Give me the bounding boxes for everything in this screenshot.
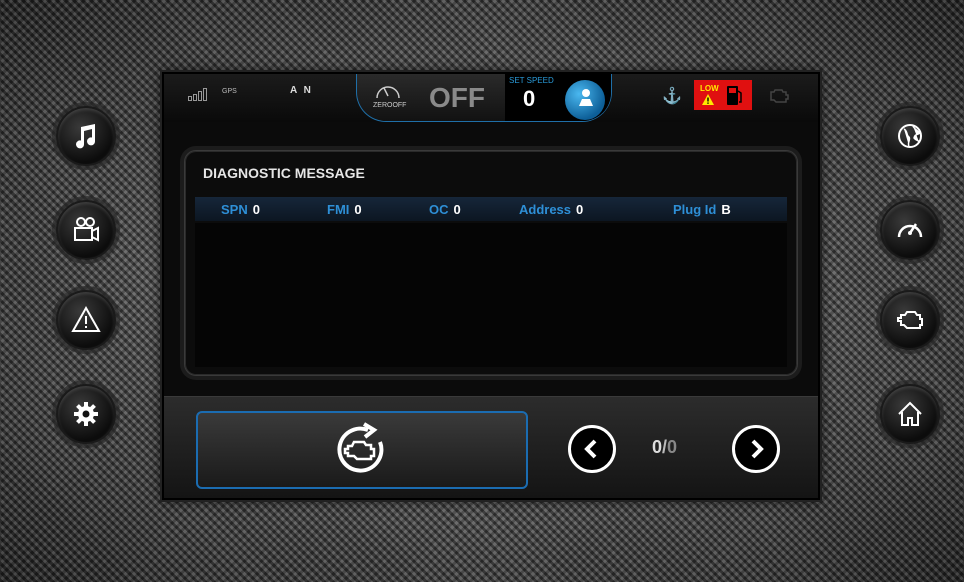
- home-icon: [898, 401, 922, 426]
- home-button[interactable]: [880, 384, 940, 444]
- status-bar: GPS A N ZEROOFF OFF SET SPEED 0 ⚓ LOW: [164, 74, 818, 122]
- speed-adjust-button[interactable]: [565, 80, 605, 120]
- engine-refresh-icon: [337, 422, 384, 473]
- low-fuel-warning: LOW: [694, 80, 752, 110]
- oc-field: OC 0: [429, 202, 461, 217]
- fuel-pump-icon: [727, 86, 742, 105]
- spn-field: SPN 0: [221, 202, 260, 217]
- settings-gear-icon: [74, 402, 98, 426]
- next-button[interactable]: [732, 425, 780, 473]
- speed-control-tab: ZEROOFF OFF SET SPEED 0: [356, 74, 612, 122]
- speedometer-icon: [897, 223, 923, 238]
- engine-refresh-button[interactable]: [196, 411, 528, 489]
- chevron-left-icon: [584, 439, 597, 459]
- settings-button[interactable]: [56, 384, 116, 444]
- zero-off-state[interactable]: OFF: [429, 82, 485, 114]
- diagnostic-header-row: SPN 0 FMI 0 OC 0 Address 0 Plug Id B: [195, 197, 787, 221]
- engine-status-icon: [770, 89, 789, 103]
- globe-button[interactable]: [880, 106, 940, 166]
- plug-id-field: Plug Id B: [673, 202, 731, 217]
- diagnostic-message-body: [195, 223, 787, 367]
- display-screen: GPS A N ZEROOFF OFF SET SPEED 0 ⚓ LOW DI…: [162, 72, 820, 500]
- set-speed-label: SET SPEED: [509, 76, 554, 85]
- diagnostic-panel: DIAGNOSTIC MESSAGE SPN 0 FMI 0 OC 0 Address…: [184, 150, 798, 376]
- camera-button[interactable]: [56, 200, 116, 260]
- globe-icon: [898, 124, 922, 148]
- bottom-control-bar: 0/0: [164, 396, 818, 498]
- warning-button[interactable]: [56, 290, 116, 350]
- gear-indicator: A N: [290, 85, 313, 96]
- low-fuel-label: LOW: [700, 84, 719, 93]
- video-camera-icon: [74, 217, 99, 242]
- speedometer-button[interactable]: [880, 200, 940, 260]
- pager: 0/0: [568, 417, 788, 481]
- engine-icon: [897, 311, 923, 329]
- person-icon: [579, 89, 593, 106]
- warning-triangle-icon: [702, 94, 714, 105]
- gps-label: GPS: [222, 88, 237, 95]
- previous-button[interactable]: [568, 425, 616, 473]
- fmi-field: FMI 0: [327, 202, 362, 217]
- gps-signal-icon: [188, 88, 207, 101]
- diagnostic-title: DIAGNOSTIC MESSAGE: [203, 165, 365, 181]
- page-counter: 0/0: [652, 437, 678, 457]
- warning-icon: [71, 305, 101, 332]
- music-note-icon: [76, 124, 96, 149]
- engine-button[interactable]: [880, 290, 940, 350]
- music-button[interactable]: [56, 106, 116, 166]
- set-speed-display: SET SPEED 0: [505, 74, 611, 121]
- zero-off-label: ZEROOFF: [373, 102, 407, 109]
- address-field: Address 0: [519, 202, 584, 217]
- anchor-icon: ⚓: [662, 88, 682, 105]
- gauge-icon: [376, 86, 400, 99]
- chevron-right-icon: [751, 439, 764, 459]
- set-speed-value: 0: [523, 86, 536, 111]
